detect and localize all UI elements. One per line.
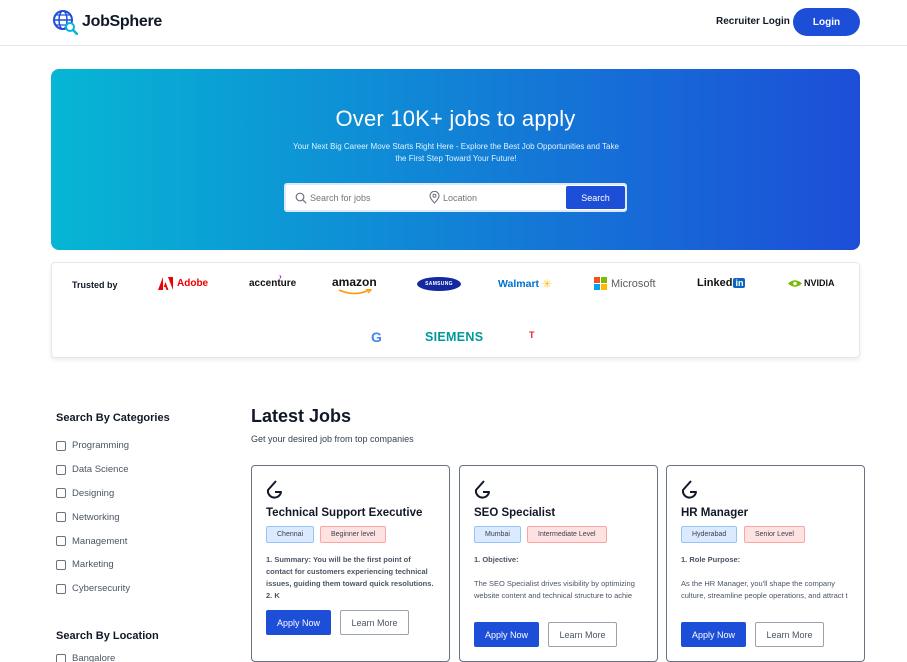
hero-title: Over 10K+ jobs to apply	[335, 106, 576, 131]
job-card: HR Manager Hyderabad Senior Level 1. Rol…	[666, 465, 865, 662]
company-logo-icon	[474, 480, 490, 499]
category-checkbox[interactable]	[56, 559, 66, 570]
apply-now-button[interactable]: Apply Now	[266, 610, 331, 635]
job-title[interactable]: SEO Specialist	[474, 507, 555, 519]
latest-jobs-title: Latest Jobs	[251, 406, 352, 426]
location-tag: Chennai	[266, 526, 315, 543]
category-checkbox[interactable]	[56, 488, 66, 499]
brand-name: JobSphere	[82, 13, 162, 30]
job-description: 1. Summary: You will be the first point …	[266, 555, 434, 600]
category-item-programming[interactable]: Programming	[56, 434, 226, 458]
category-item-designing[interactable]: Designing	[56, 482, 226, 506]
learn-more-button[interactable]: Learn More	[548, 622, 617, 647]
job-title[interactable]: Technical Support Executive	[266, 507, 422, 519]
learn-more-button[interactable]: Learn More	[340, 610, 409, 635]
level-tag: Intermediate Level	[527, 526, 607, 543]
amazon-smile-icon	[338, 289, 372, 295]
category-checkbox[interactable]	[56, 512, 66, 523]
adobe-logo: Adobe	[158, 277, 208, 290]
linkedin-logo: Linked in	[697, 277, 746, 289]
nvidia-eye-icon	[788, 279, 802, 287]
location-checkbox[interactable]	[56, 653, 66, 662]
learn-more-button[interactable]: Learn More	[755, 622, 824, 647]
location-pin-icon	[429, 191, 440, 204]
job-description: 1. Role Purpose: As the HR Manager, you'…	[681, 555, 848, 600]
search-button[interactable]: Search	[566, 186, 625, 209]
brand-logo[interactable]: JobSphere	[52, 9, 162, 35]
apply-now-button[interactable]: Apply Now	[474, 622, 539, 647]
category-item-management[interactable]: Management	[56, 529, 226, 553]
microsoft-logo: Microsoft	[594, 277, 656, 290]
walmart-logo: Walmart ✳	[498, 277, 553, 291]
location-tag: Hyderabad	[681, 526, 738, 543]
categories-filter: Search By Categories Programming Data Sc…	[56, 412, 226, 601]
location-tag: Mumbai	[474, 526, 521, 543]
samsung-logo: SAMSUNG	[417, 277, 461, 291]
login-button[interactable]: Login	[793, 8, 860, 36]
trusted-by-label: Trusted by	[72, 280, 118, 290]
category-item-networking[interactable]: Networking	[56, 505, 226, 529]
categories-title: Search By Categories	[56, 412, 170, 424]
siemens-logo: SIEMENS	[425, 330, 484, 344]
category-checkbox[interactable]	[56, 583, 66, 594]
job-search-input[interactable]	[310, 189, 420, 207]
job-title[interactable]: HR Manager	[681, 507, 748, 519]
latest-jobs-subtitle: Get your desired job from top companies	[251, 434, 414, 444]
adobe-icon	[158, 277, 173, 290]
location-filter-title: Search By Location	[56, 630, 159, 642]
company-logo-icon	[266, 480, 282, 499]
globe-search-icon	[53, 10, 78, 35]
job-description: 1. Objective: The SEO Specialist drives …	[474, 555, 635, 600]
job-card: Technical Support Executive Chennai Begi…	[251, 465, 450, 662]
walmart-spark-icon: ✳	[542, 277, 553, 291]
top-header: JobSphere Recruiter Login Login	[0, 0, 907, 46]
category-checkbox[interactable]	[56, 464, 66, 475]
google-logo: G	[371, 329, 382, 345]
category-item-cybersecurity[interactable]: Cybersecurity	[56, 577, 226, 601]
company-logo-icon	[681, 480, 697, 499]
amazon-logo: amazon	[332, 275, 377, 295]
tesla-logo: T	[529, 330, 535, 340]
nvidia-logo: NVIDIA	[788, 278, 835, 288]
level-tag: Senior Level	[744, 526, 805, 543]
microsoft-icon	[594, 277, 607, 290]
recruiter-login-link[interactable]: Recruiter Login	[716, 16, 790, 27]
category-item-data-science[interactable]: Data Science	[56, 458, 226, 482]
accenture-logo: accenture ›	[249, 272, 297, 289]
hero-banner: Over 10K+ jobs to apply Your Next Big Ca…	[51, 69, 860, 250]
hero-subtitle: Your Next Big Career Move Starts Right H…	[293, 142, 619, 163]
category-checkbox[interactable]	[56, 440, 66, 451]
job-search-bar: Search	[284, 183, 627, 212]
category-checkbox[interactable]	[56, 536, 66, 547]
location-item-bangalore[interactable]: Bangalore	[56, 653, 115, 662]
accenture-accent-icon: ›	[279, 272, 282, 281]
job-card: SEO Specialist Mumbai Intermediate Level…	[459, 465, 658, 662]
apply-now-button[interactable]: Apply Now	[681, 622, 746, 647]
category-item-marketing[interactable]: Marketing	[56, 553, 226, 577]
location-input[interactable]	[443, 189, 553, 207]
search-icon	[295, 192, 307, 204]
level-tag: Beginner level	[320, 526, 387, 543]
trusted-companies-panel: Trusted by Adobe accenture › amazon SAMS…	[51, 262, 860, 358]
